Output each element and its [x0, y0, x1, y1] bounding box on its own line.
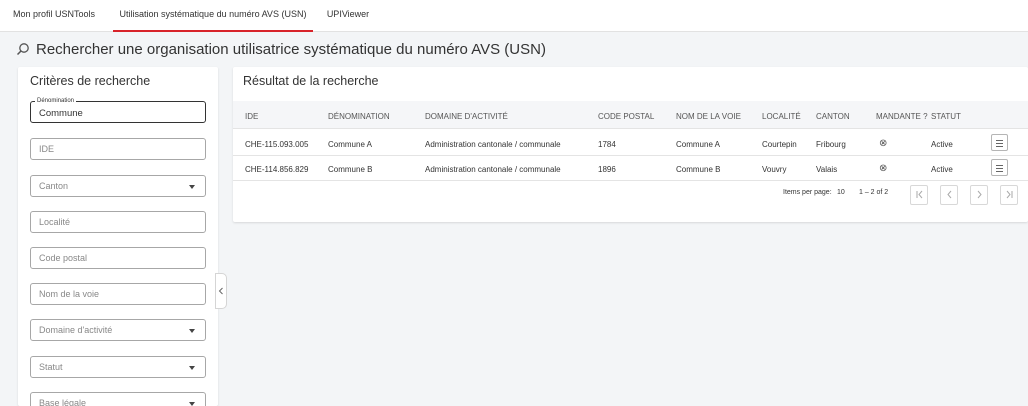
page-header: Rechercher une organisation utilisatrice… — [16, 38, 546, 60]
statut-select[interactable]: Statut — [30, 356, 206, 378]
cell-denomination: Commune B — [328, 165, 373, 174]
header-domaine[interactable]: DOMAINE D'ACTIVITÉ — [425, 112, 508, 121]
items-per-page-label: Items per page: — [783, 189, 832, 196]
next-page-button[interactable] — [970, 185, 988, 205]
cell-statut: Active — [931, 165, 953, 174]
row-menu-button[interactable] — [991, 159, 1008, 176]
cell-ide: CHE-114.856.829 — [245, 165, 309, 174]
statut-placeholder: Statut — [39, 362, 63, 372]
code-postal-field[interactable]: Code postal — [30, 247, 206, 269]
cell-denomination: Commune A — [328, 140, 373, 149]
cell-code-postal: 1896 — [598, 165, 616, 174]
base-legale-placeholder: Base légale — [39, 398, 87, 406]
chevron-left-icon — [218, 287, 223, 295]
dropdown-arrow-icon — [189, 329, 195, 333]
cell-ide: CHE-115.093.005 — [245, 140, 309, 149]
last-page-icon — [1006, 190, 1012, 199]
first-page-icon — [916, 190, 922, 199]
dropdown-arrow-icon — [189, 402, 195, 406]
first-page-button[interactable] — [910, 185, 928, 205]
cell-canton: Fribourg — [816, 140, 846, 149]
header-code-postal[interactable]: CODE POSTAL — [598, 112, 654, 121]
denomination-field[interactable]: Dénomination Commune — [30, 97, 206, 123]
search-icon — [16, 43, 29, 56]
table-row[interactable]: CHE-114.856.829 Commune B Administration… — [233, 156, 1028, 181]
cell-nom-voie: Commune B — [676, 165, 721, 174]
collapse-panel-button[interactable] — [215, 273, 227, 309]
menu-line — [996, 171, 1003, 172]
cell-nom-voie: Commune A — [676, 140, 721, 149]
canton-placeholder: Canton — [39, 181, 69, 191]
row-menu-button[interactable] — [991, 134, 1008, 151]
header-ide[interactable]: IDE — [245, 112, 258, 121]
nom-voie-field[interactable]: Nom de la voie — [30, 283, 206, 305]
chevron-left-icon — [946, 190, 951, 199]
header-mandante[interactable]: MANDANTE ? — [876, 112, 928, 121]
cell-canton: Valais — [816, 165, 838, 174]
mandante-cross-icon: ⊗ — [879, 138, 888, 149]
menu-line — [996, 140, 1003, 141]
tab-usn[interactable]: Utilisation systématique du numéro AVS (… — [113, 0, 313, 32]
denomination-value: Commune — [39, 108, 83, 119]
cell-domaine: Administration cantonale / communale — [425, 140, 561, 149]
tab-mon-profil[interactable]: Mon profil USNTools — [4, 0, 104, 32]
table-row[interactable]: CHE-115.093.005 Commune A Administration… — [233, 131, 1028, 156]
menu-line — [996, 143, 1003, 144]
header-nom-voie[interactable]: NOM DE LA VOIE — [676, 112, 741, 121]
cell-localite: Courtepin — [762, 140, 797, 149]
code-postal-placeholder: Code postal — [39, 253, 88, 263]
localite-placeholder: Localité — [39, 217, 71, 227]
ide-field[interactable]: IDE — [30, 138, 206, 160]
mandante-cross-icon: ⊗ — [879, 163, 888, 174]
results-title: Résultat de la recherche — [243, 74, 379, 88]
header-statut[interactable]: STATUT — [931, 112, 961, 121]
top-navigation: Mon profil USNTools Utilisation systémat… — [0, 0, 1028, 32]
search-criteria-panel: Critères de recherche Dénomination Commu… — [18, 67, 218, 406]
denomination-label: Dénomination — [35, 97, 77, 105]
menu-line — [996, 165, 1003, 166]
table-header: IDE DÉNOMINATION DOMAINE D'ACTIVITÉ CODE… — [233, 101, 1028, 129]
menu-line — [996, 168, 1003, 169]
cell-localite: Vouvry — [762, 165, 787, 174]
domaine-activite-select[interactable]: Domaine d'activité — [30, 319, 206, 341]
page-range: 1 – 2 of 2 — [859, 189, 889, 196]
domaine-activite-placeholder: Domaine d'activité — [39, 325, 113, 335]
search-criteria-title: Critères de recherche — [30, 74, 151, 88]
cell-domaine: Administration cantonale / communale — [425, 165, 561, 174]
localite-field[interactable]: Localité — [30, 211, 206, 233]
menu-line — [996, 146, 1003, 147]
nom-voie-placeholder: Nom de la voie — [39, 289, 100, 299]
cell-code-postal: 1784 — [598, 140, 616, 149]
canton-select[interactable]: Canton — [30, 175, 206, 197]
page-title: Rechercher une organisation utilisatrice… — [36, 40, 546, 58]
items-per-page-select[interactable]: 10 — [837, 189, 845, 196]
last-page-button[interactable] — [1000, 185, 1018, 205]
dropdown-arrow-icon — [189, 185, 195, 189]
previous-page-button[interactable] — [940, 185, 958, 205]
results-panel: Résultat de la recherche IDE DÉNOMINATIO… — [233, 67, 1028, 222]
header-localite[interactable]: LOCALITÉ — [762, 112, 801, 121]
base-legale-select[interactable]: Base légale — [30, 392, 206, 406]
header-canton[interactable]: CANTON — [816, 112, 850, 121]
cell-statut: Active — [931, 140, 953, 149]
header-denomination[interactable]: DÉNOMINATION — [328, 112, 390, 121]
dropdown-arrow-icon — [189, 366, 195, 370]
tab-upiviewer[interactable]: UPIViewer — [324, 0, 372, 32]
ide-placeholder: IDE — [39, 144, 55, 154]
chevron-right-icon — [977, 190, 982, 199]
